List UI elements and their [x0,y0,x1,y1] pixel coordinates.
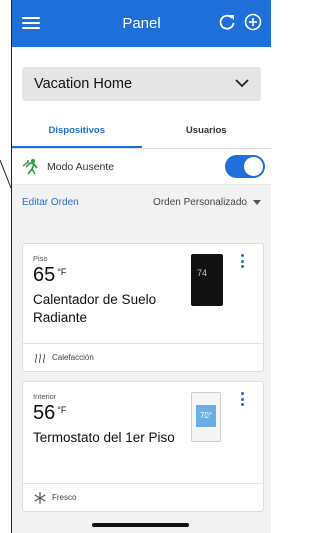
refresh-icon[interactable] [217,12,237,32]
away-mode-icon [22,158,38,174]
snowflake-icon [34,491,46,504]
device-card[interactable]: Piso 65 °F Calentador de Suelo Radiante 7… [22,243,264,372]
device-mode-footer: Calefacción [23,343,263,371]
location-selector[interactable]: Vacation Home [22,67,261,101]
thumb-reading: 70° [196,405,216,427]
order-row: Editar Orden Orden Personalizado [12,185,271,221]
device-location: Interior [33,392,57,401]
home-indicator[interactable] [92,523,189,527]
order-dropdown[interactable]: Orden Personalizado [153,197,261,208]
device-card[interactable]: Interior 56 °F Termostato del 1er Piso 70… [22,381,264,512]
thermostat-thumbnail: 70° [191,392,221,442]
add-icon[interactable] [243,12,263,32]
device-location: Piso [33,254,48,263]
top-bar: Panel [12,0,271,47]
tab-users[interactable]: Usuarios [142,113,272,148]
thermostat-thumbnail: 74 [191,254,223,306]
kebab-menu-icon[interactable] [241,254,245,270]
location-selector-wrap: Vacation Home [12,47,271,113]
tab-devices[interactable]: Dispositivos [12,113,142,148]
device-mode-label: Calefacción [52,353,94,362]
chevron-down-icon [235,79,249,88]
away-mode-toggle[interactable] [225,155,265,178]
kebab-menu-icon[interactable] [241,392,245,408]
device-mode-label: Fresco [52,493,77,502]
away-mode-row: Modo Ausente [12,149,271,185]
device-name: Calentador de Suelo Radiante [33,292,157,325]
tab-bar: Dispositivos Usuarios [12,113,271,149]
device-mode-footer: Fresco [23,483,263,511]
edit-order-link[interactable]: Editar Orden [22,197,79,208]
device-temperature: 56 °F [33,402,67,424]
device-temperature: 65 °F [33,264,67,286]
heat-icon [34,353,46,363]
app-screen: Panel Vacation Home Dispositivos Usuario… [12,0,271,533]
order-dropdown-label: Orden Personalizado [153,197,247,208]
thumb-reading: 74 [197,268,208,278]
location-selected: Vacation Home [34,76,133,92]
caret-down-icon [253,199,261,205]
away-mode-label: Modo Ausente [47,160,115,173]
device-name: Termostato del 1er Piso [33,430,175,445]
